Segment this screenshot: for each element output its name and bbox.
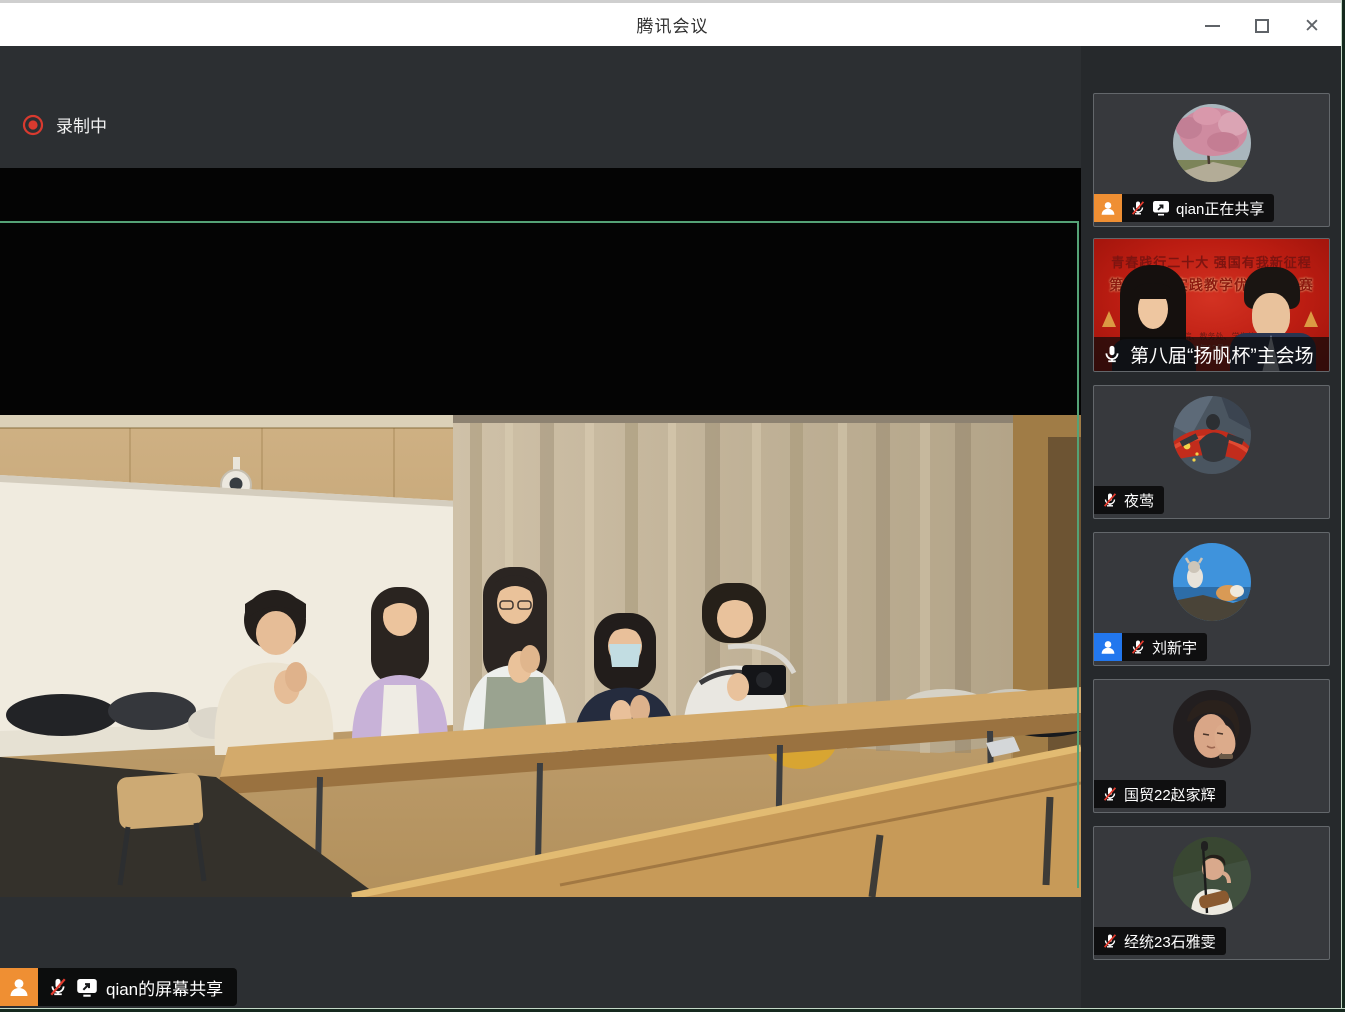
screen-capture-border-right: [1341, 0, 1345, 1012]
mic-muted-icon: [1102, 933, 1118, 949]
classroom-video-frame: [0, 415, 1081, 897]
mic-muted-icon: [1130, 639, 1146, 655]
maximize-icon: [1255, 19, 1269, 33]
shared-screen-stage: 录制中: [0, 46, 1081, 1012]
mic-on-icon: [1102, 344, 1122, 364]
mic-muted-icon: [1130, 200, 1146, 216]
avatar: [1173, 543, 1251, 621]
avatar: [1173, 690, 1251, 768]
recording-indicator: 录制中: [22, 112, 107, 137]
record-dot-icon: [22, 114, 44, 136]
raised-hand-badge: [1094, 633, 1122, 661]
person-icon: [7, 975, 31, 999]
participant-name: 刘新宇: [1152, 637, 1197, 658]
share-banner-text: qian的屏幕共享: [106, 975, 223, 1000]
mic-muted-icon: [48, 977, 68, 997]
avatar: [1173, 396, 1251, 474]
participant-tile-liuxinyu[interactable]: 刘新宇: [1093, 532, 1330, 666]
participant-tile-yeying[interactable]: 夜莺: [1093, 385, 1330, 519]
minimize-icon: [1205, 25, 1220, 27]
screen-share-icon: [76, 978, 98, 997]
sharer-badge: [1094, 194, 1122, 222]
window-controls: ✕: [1187, 3, 1337, 49]
participant-name: qian正在共享: [1176, 198, 1264, 219]
mic-muted-icon: [1102, 786, 1118, 802]
participant-name: 经统23石雅雯: [1124, 931, 1216, 952]
mic-muted-icon: [1102, 492, 1118, 508]
share-border-right: [1077, 221, 1079, 888]
app-window: 腾讯会议 ✕ 录制中: [0, 0, 1345, 1012]
participants-sidebar[interactable]: qian正在共享 青春践行二十大 强国有我新征程 第八届 实践教学优秀 大赛 思…: [1081, 46, 1345, 1012]
shared-video-area: [0, 168, 1081, 888]
minimize-button[interactable]: [1187, 3, 1237, 49]
close-icon: ✕: [1304, 17, 1320, 36]
participant-name: 国贸22赵家辉: [1124, 784, 1216, 805]
screen-share-icon: [1152, 200, 1170, 216]
screen-capture-border-bottom: [0, 1008, 1345, 1012]
sail-logo: [1304, 311, 1318, 327]
participant-name: 夜莺: [1124, 490, 1154, 511]
participant-tile-zhaojiahui[interactable]: 国贸22赵家辉: [1093, 679, 1330, 813]
sail-logo: [1102, 311, 1116, 327]
share-border-top: [0, 221, 1079, 223]
speaker-left-hair: [1134, 283, 1172, 299]
title-bar: 腾讯会议 ✕: [0, 0, 1345, 46]
avatar: [1173, 837, 1251, 915]
sharer-badge: [0, 968, 38, 1006]
recording-label: 录制中: [56, 112, 107, 137]
participant-tile-main-venue[interactable]: 青春践行二十大 强国有我新征程 第八届 实践教学优秀 大赛 思主义学院、教务处、…: [1093, 238, 1330, 372]
screen-share-banner: qian的屏幕共享: [0, 968, 237, 1006]
participant-tile-qian[interactable]: qian正在共享: [1093, 93, 1330, 227]
banner-line1: 青春践行二十大 强国有我新征程: [1094, 252, 1329, 271]
person-icon: [1099, 638, 1117, 656]
window-title: 腾讯会议: [637, 12, 709, 37]
participant-name: 第八届“扬帆杯”主会场: [1130, 341, 1314, 368]
person-icon: [1099, 199, 1117, 217]
maximize-button[interactable]: [1237, 3, 1287, 49]
close-button[interactable]: ✕: [1287, 3, 1337, 49]
participant-tile-shiyawen[interactable]: 经统23石雅雯: [1093, 826, 1330, 960]
avatar: [1173, 104, 1251, 182]
